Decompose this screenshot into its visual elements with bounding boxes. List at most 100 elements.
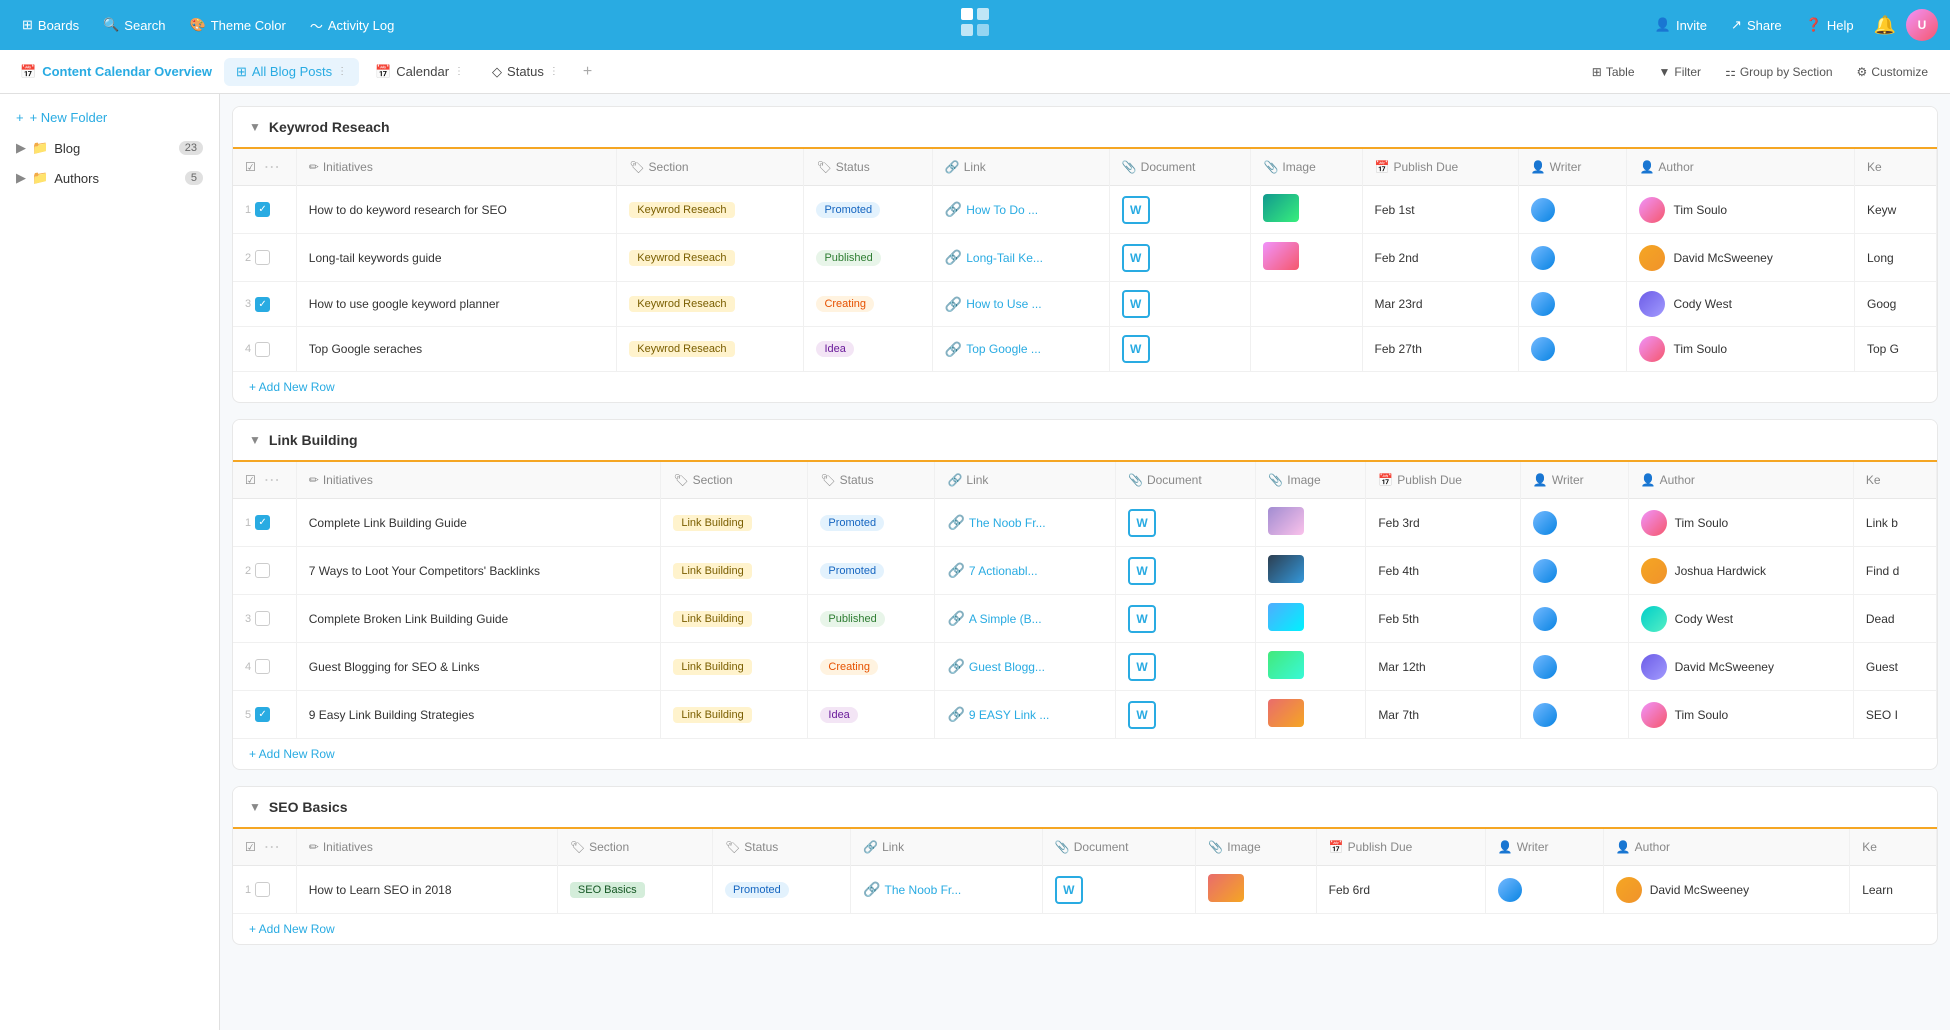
link-cell[interactable]: 🔗The Noob Fr... [935,499,1116,547]
document-cell[interactable]: W [1109,186,1251,234]
document-icon[interactable]: W [1128,653,1156,681]
image-thumbnail[interactable] [1263,194,1299,222]
document-icon[interactable]: W [1055,876,1083,904]
image-thumbnail[interactable] [1208,874,1244,902]
row-checkbox[interactable]: ✓ [255,707,270,722]
invite-button[interactable]: 👤 Invite [1645,11,1717,39]
document-icon[interactable]: W [1128,557,1156,585]
section-tag[interactable]: Keywrod Reseach [629,202,734,218]
image-thumbnail[interactable] [1268,555,1304,583]
initiative-cell[interactable]: Long-tail keywords guide [296,234,617,282]
link-cell[interactable]: 🔗7 Actionabl... [935,547,1116,595]
link-cell[interactable]: 🔗How To Do ... [932,186,1109,234]
tab-status[interactable]: ◇ Status ⋮ [480,58,571,86]
search-nav-item[interactable]: 🔍 Search [93,11,175,39]
sidebar-item-blog[interactable]: ▶ 📁 Blog 23 [0,133,219,163]
image-thumbnail[interactable] [1268,699,1304,727]
status-badge[interactable]: Promoted [816,202,880,218]
collapse-section-2[interactable]: ▼ [249,433,261,447]
tab-calendar[interactable]: 📅 Calendar ⋮ [363,58,476,86]
section-tag[interactable]: Link Building [673,563,751,579]
document-icon[interactable]: W [1128,509,1156,537]
section-tag[interactable]: Link Building [673,611,751,627]
link-cell[interactable]: 🔗How to Use ... [932,282,1109,327]
image-thumbnail[interactable] [1268,507,1304,535]
document-cell[interactable]: W [1116,643,1256,691]
initiative-cell[interactable]: Top Google seraches [296,327,617,372]
section-tag[interactable]: Link Building [673,515,751,531]
link-cell[interactable]: 🔗9 EASY Link ... [935,691,1116,739]
image-thumbnail[interactable] [1268,603,1304,631]
collapse-section-3[interactable]: ▼ [249,800,261,814]
row-checkbox[interactable] [255,882,270,897]
image-thumbnail[interactable] [1263,242,1299,270]
boards-nav-item[interactable]: ⊞ Boards [12,11,89,39]
section-tag[interactable]: SEO Basics [570,882,645,898]
document-icon[interactable]: W [1122,196,1150,224]
section-tag[interactable]: Link Building [673,659,751,675]
calendar-options-icon[interactable]: ⋮ [454,66,464,77]
collapse-section-1[interactable]: ▼ [249,120,261,134]
link-cell[interactable]: 🔗Guest Blogg... [935,643,1116,691]
status-options-icon[interactable]: ⋮ [549,66,559,77]
image-thumbnail[interactable] [1268,651,1304,679]
initiative-cell[interactable]: How to use google keyword planner [296,282,617,327]
document-icon[interactable]: W [1128,605,1156,633]
add-tab-button[interactable]: + [575,59,600,85]
document-cell[interactable]: W [1116,499,1256,547]
status-badge[interactable]: Promoted [820,515,884,531]
theme-nav-item[interactable]: 🎨 Theme Color [180,11,296,39]
notification-bell[interactable]: 🔔 [1868,9,1902,42]
row-checkbox[interactable] [255,659,270,674]
initiative-cell[interactable]: How to Learn SEO in 2018 [296,866,557,914]
initiative-cell[interactable]: How to do keyword research for SEO [296,186,617,234]
add-row-section-2[interactable]: + Add New Row [233,739,1937,769]
help-button[interactable]: ❓ Help [1796,11,1864,39]
document-cell[interactable]: W [1109,282,1251,327]
initiative-cell[interactable]: 7 Ways to Loot Your Competitors' Backlin… [296,547,661,595]
group-by-section-tool[interactable]: ⚏ Group by Section [1715,60,1842,84]
filter-tool[interactable]: ▼ Filter [1649,60,1712,84]
link-cell[interactable]: 🔗The Noob Fr... [851,866,1043,914]
document-cell[interactable]: W [1116,547,1256,595]
section-tag[interactable]: Link Building [673,707,751,723]
document-icon[interactable]: W [1128,701,1156,729]
activity-nav-item[interactable]: 〜 Activity Log [300,10,405,41]
share-button[interactable]: ↗ Share [1721,11,1792,39]
link-cell[interactable]: 🔗Top Google ... [932,327,1109,372]
add-row-section-1[interactable]: + Add New Row [233,372,1937,402]
tab-options-icon[interactable]: ⋮ [337,66,347,77]
status-badge[interactable]: Promoted [725,882,789,898]
new-folder-button[interactable]: + + New Folder [0,102,219,133]
initiative-cell[interactable]: Complete Link Building Guide [296,499,661,547]
status-badge[interactable]: Idea [816,341,853,357]
row-checkbox[interactable]: ✓ [255,515,270,530]
link-cell[interactable]: 🔗A Simple (B... [935,595,1116,643]
document-icon[interactable]: W [1122,335,1150,363]
document-cell[interactable]: W [1109,234,1251,282]
table-tool[interactable]: ⊞ Table [1582,60,1645,84]
status-badge[interactable]: Idea [820,707,857,723]
initiative-cell[interactable]: 9 Easy Link Building Strategies [296,691,661,739]
document-icon[interactable]: W [1122,290,1150,318]
document-cell[interactable]: W [1109,327,1251,372]
status-badge[interactable]: Creating [820,659,878,675]
status-badge[interactable]: Published [820,611,884,627]
document-cell[interactable]: W [1042,866,1196,914]
row-checkbox[interactable] [255,563,270,578]
document-cell[interactable]: W [1116,595,1256,643]
section-tag[interactable]: Keywrod Reseach [629,250,734,266]
customize-tool[interactable]: ⚙ Customize [1847,60,1938,84]
section-tag[interactable]: Keywrod Reseach [629,341,734,357]
document-icon[interactable]: W [1122,244,1150,272]
row-checkbox[interactable] [255,342,270,357]
section-tag[interactable]: Keywrod Reseach [629,296,734,312]
status-badge[interactable]: Creating [816,296,874,312]
status-badge[interactable]: Published [816,250,880,266]
row-checkbox[interactable] [255,611,270,626]
document-cell[interactable]: W [1116,691,1256,739]
initiative-cell[interactable]: Guest Blogging for SEO & Links [296,643,661,691]
sidebar-item-authors[interactable]: ▶ 📁 Authors 5 [0,163,219,193]
user-avatar[interactable]: U [1906,9,1938,41]
link-cell[interactable]: 🔗Long-Tail Ke... [932,234,1109,282]
